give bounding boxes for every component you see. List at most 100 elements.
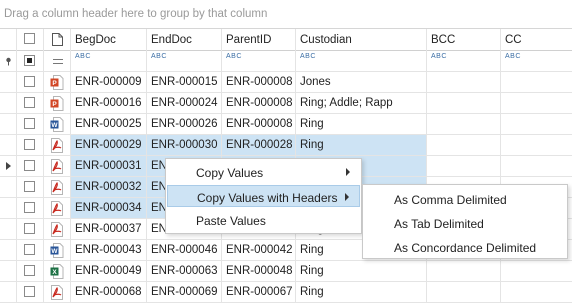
table-row[interactable]: ENR-000029 ENR-000030 ENR-000028 Ring (0, 135, 572, 156)
cell-enddoc[interactable]: ENR-000026 (147, 114, 222, 134)
cell-cc[interactable] (501, 135, 572, 155)
table-row[interactable]: P ENR-000016 ENR-000024 ENR-000008 Ring; Add… (0, 93, 572, 114)
cell-parentid[interactable]: ENR-000042 (222, 240, 296, 260)
row-select-cell[interactable] (17, 114, 44, 134)
menu-item-copy-values[interactable]: Copy Values (167, 161, 360, 183)
row-checkbox[interactable] (24, 139, 35, 150)
row-select-cell[interactable] (17, 282, 44, 302)
cell-begdoc[interactable]: ENR-000068 (71, 282, 147, 302)
cell-custodian[interactable]: Ring (296, 261, 427, 281)
column-header-cc[interactable]: CC (501, 29, 572, 51)
row-checkbox[interactable] (24, 160, 35, 171)
cell-enddoc[interactable]: ENR-000030 (147, 135, 222, 155)
filter-checkbox[interactable] (24, 55, 35, 66)
table-row[interactable]: X ENR-000049 ENR-000063 ENR-000048 Ring (0, 261, 572, 282)
filter-parentid[interactable]: ABC (222, 51, 296, 71)
filter-custodian[interactable]: ABC (296, 51, 427, 71)
filter-checkbox-cell[interactable] (17, 51, 44, 71)
cell-bcc[interactable] (427, 93, 501, 113)
group-by-panel[interactable]: Drag a column header here to group by th… (0, 0, 572, 29)
cell-cc[interactable] (501, 282, 572, 302)
row-select-cell[interactable] (17, 198, 44, 218)
row-checkbox[interactable] (24, 181, 35, 192)
cell-parentid[interactable]: ENR-000028 (222, 135, 296, 155)
table-row[interactable]: ENR-000068 ENR-000069 ENR-000067 Ring (0, 282, 572, 303)
cell-enddoc[interactable]: ENR-000024 (147, 93, 222, 113)
row-select-cell[interactable] (17, 177, 44, 197)
select-all-header[interactable] (17, 29, 44, 51)
cell-bcc[interactable] (427, 261, 501, 281)
filter-bcc[interactable]: ABC (427, 51, 501, 71)
table-row[interactable]: W ENR-000025 ENR-000026 ENR-000008 Ring (0, 114, 572, 135)
cell-begdoc[interactable]: ENR-000029 (71, 135, 147, 155)
cell-parentid[interactable]: ENR-000048 (222, 261, 296, 281)
cell-cc[interactable] (501, 261, 572, 281)
cell-custodian[interactable]: Jones (296, 72, 427, 92)
cell-enddoc[interactable]: ENR-000069 (147, 282, 222, 302)
cell-parentid[interactable]: ENR-000008 (222, 72, 296, 92)
submenu-item-tab-delimited[interactable]: As Tab Delimited (364, 212, 566, 234)
cell-begdoc[interactable]: ENR-000049 (71, 261, 147, 281)
filter-begdoc[interactable]: ABC (71, 51, 147, 71)
menu-item-paste-values[interactable]: Paste Values (167, 209, 360, 231)
menu-item-copy-values-with-headers[interactable]: Copy Values with Headers (167, 185, 360, 207)
cell-cc[interactable] (501, 93, 572, 113)
file-type-header[interactable] (44, 29, 71, 51)
cell-bcc[interactable] (427, 156, 501, 176)
cell-parentid[interactable]: ENR-000008 (222, 114, 296, 134)
cell-cc[interactable] (501, 72, 572, 92)
cell-parentid[interactable]: ENR-000067 (222, 282, 296, 302)
cell-bcc[interactable] (427, 282, 501, 302)
cell-bcc[interactable] (427, 135, 501, 155)
filter-type-cell[interactable] (44, 51, 71, 71)
table-row[interactable]: P ENR-000009 ENR-000015 ENR-000008 Jones (0, 72, 572, 93)
row-select-cell[interactable] (17, 72, 44, 92)
row-select-cell[interactable] (17, 156, 44, 176)
row-select-cell[interactable] (17, 135, 44, 155)
row-checkbox[interactable] (24, 118, 35, 129)
row-checkbox[interactable] (24, 265, 35, 276)
cell-begdoc[interactable]: ENR-000009 (71, 72, 147, 92)
cell-enddoc[interactable]: ENR-000063 (147, 261, 222, 281)
row-checkbox[interactable] (24, 76, 35, 87)
submenu-item-concordance-delimited[interactable]: As Concordance Delimited (364, 236, 566, 258)
cell-custodian[interactable]: Ring (296, 135, 427, 155)
row-indicator (0, 261, 17, 281)
cell-bcc[interactable] (427, 114, 501, 134)
row-select-cell[interactable] (17, 261, 44, 281)
row-checkbox[interactable] (24, 223, 35, 234)
select-all-checkbox[interactable] (24, 33, 35, 44)
cell-begdoc[interactable]: ENR-000034 (71, 198, 147, 218)
row-select-cell[interactable] (17, 240, 44, 260)
column-header-enddoc[interactable]: EndDoc (147, 29, 222, 51)
row-select-cell[interactable] (17, 219, 44, 239)
cell-bcc[interactable] (427, 72, 501, 92)
cell-begdoc[interactable]: ENR-000032 (71, 177, 147, 197)
cell-enddoc[interactable]: ENR-000015 (147, 72, 222, 92)
cell-cc[interactable] (501, 156, 572, 176)
cell-parentid[interactable]: ENR-000008 (222, 93, 296, 113)
cell-cc[interactable] (501, 114, 572, 134)
row-checkbox[interactable] (24, 244, 35, 255)
cell-custodian[interactable]: Ring; Addle; Rapp (296, 93, 427, 113)
cell-begdoc[interactable]: ENR-000025 (71, 114, 147, 134)
row-checkbox[interactable] (24, 286, 35, 297)
cell-custodian[interactable]: Ring (296, 114, 427, 134)
row-select-cell[interactable] (17, 93, 44, 113)
column-header-begdoc[interactable]: BegDoc (71, 29, 147, 51)
filter-cc[interactable]: ABC (501, 51, 572, 71)
cell-begdoc[interactable]: ENR-000031 (71, 156, 147, 176)
cell-begdoc[interactable]: ENR-000016 (71, 93, 147, 113)
cell-begdoc[interactable]: ENR-000037 (71, 219, 147, 239)
filter-enddoc[interactable]: ABC (147, 51, 222, 71)
submenu-item-comma-delimited[interactable]: As Comma Delimited (364, 188, 566, 210)
column-header-parentid[interactable]: ParentID (222, 29, 296, 51)
column-header-bcc[interactable]: BCC (427, 29, 501, 51)
cell-enddoc[interactable]: ENR-000046 (147, 240, 222, 260)
cell-begdoc[interactable]: ENR-000043 (71, 240, 147, 260)
file-type-cell: P (44, 72, 71, 92)
row-checkbox[interactable] (24, 202, 35, 213)
row-checkbox[interactable] (24, 97, 35, 108)
column-header-custodian[interactable]: Custodian (296, 29, 427, 51)
cell-custodian[interactable]: Ring (296, 282, 427, 302)
